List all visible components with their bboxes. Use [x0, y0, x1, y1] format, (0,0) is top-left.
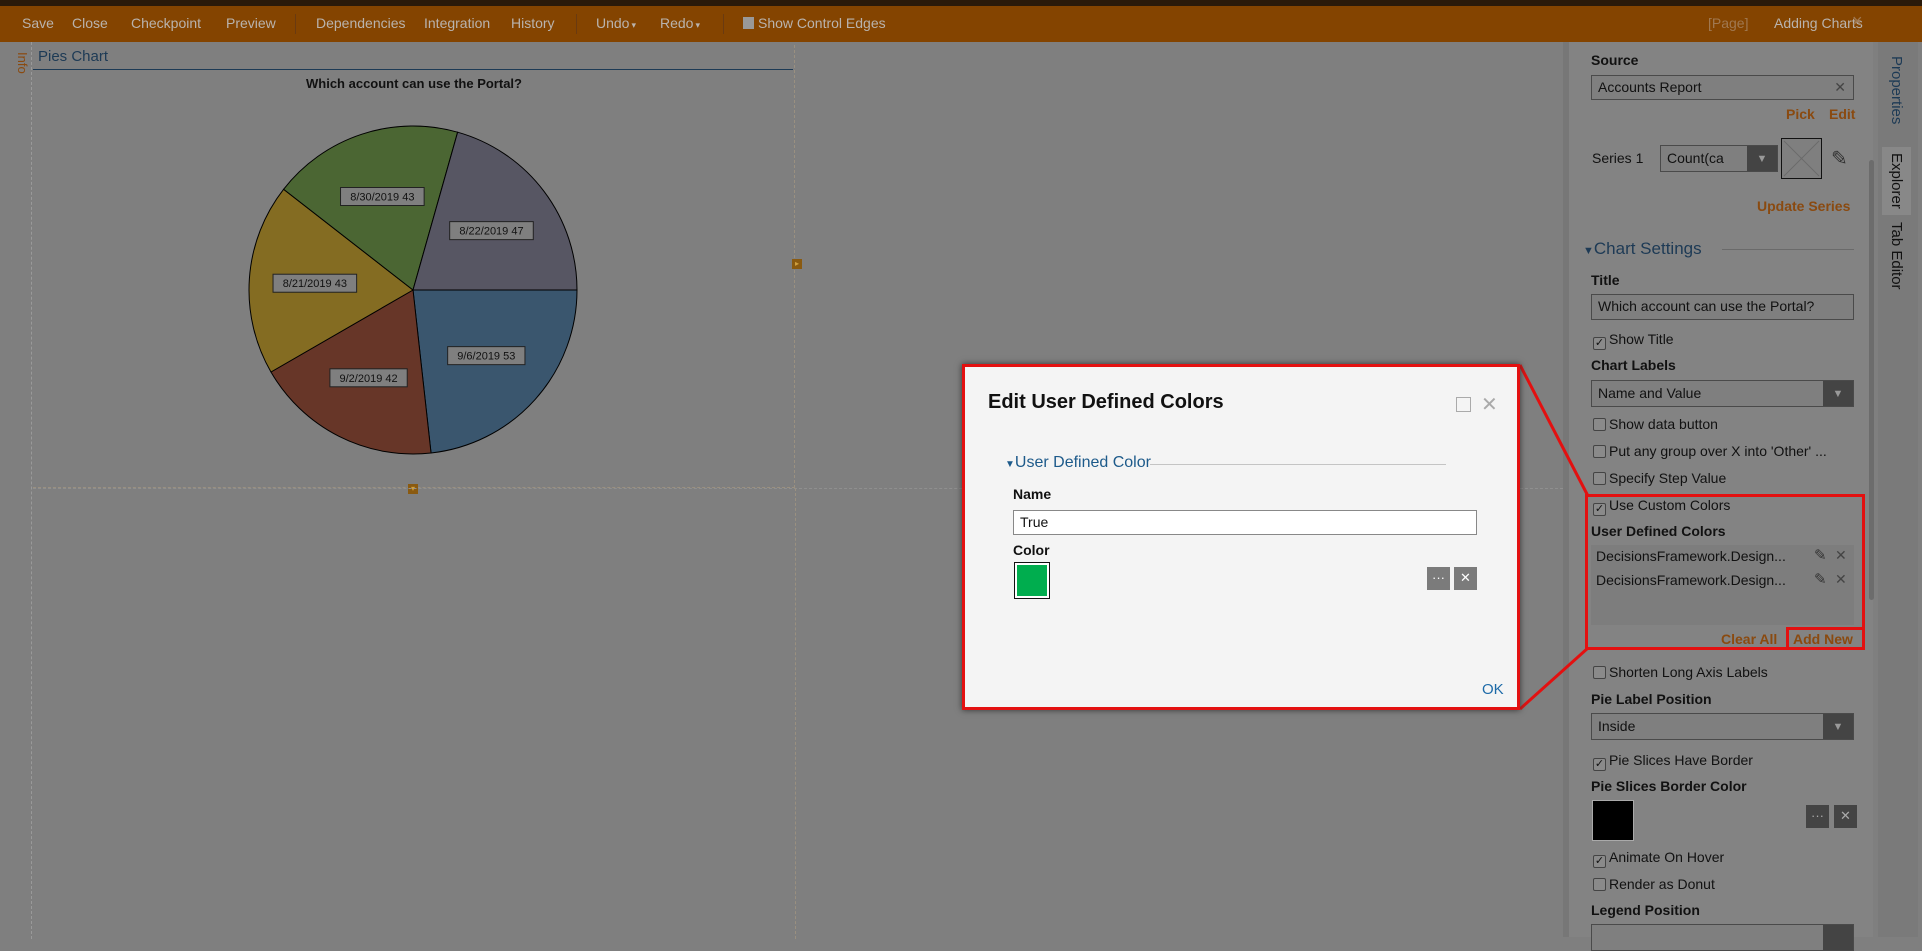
section-label: User Defined Color: [1014, 454, 1151, 471]
caret-down-icon: ▼: [1005, 459, 1015, 470]
callout-line-bottom: [1518, 646, 1590, 711]
callout-line-top: [1518, 364, 1590, 497]
color-swatch[interactable]: [1014, 562, 1050, 599]
clear-color-icon[interactable]: ✕: [1454, 567, 1477, 590]
callout-lines: [1518, 364, 1590, 711]
dialog-title: Edit User Defined Colors: [988, 391, 1224, 413]
more-icon[interactable]: ···: [1427, 567, 1450, 590]
maximize-icon[interactable]: [1456, 397, 1471, 412]
edit-user-defined-colors-dialog: Edit User Defined Colors ✕ ▼User Defined…: [962, 364, 1520, 710]
divider: [1150, 464, 1446, 465]
color-label: Color: [1013, 542, 1050, 558]
close-icon[interactable]: ✕: [1481, 392, 1498, 417]
name-label: Name: [1013, 486, 1052, 502]
ok-button[interactable]: OK: [1482, 681, 1504, 698]
section-header[interactable]: ▼User Defined Color: [1005, 454, 1151, 472]
name-input[interactable]: True: [1013, 510, 1477, 535]
